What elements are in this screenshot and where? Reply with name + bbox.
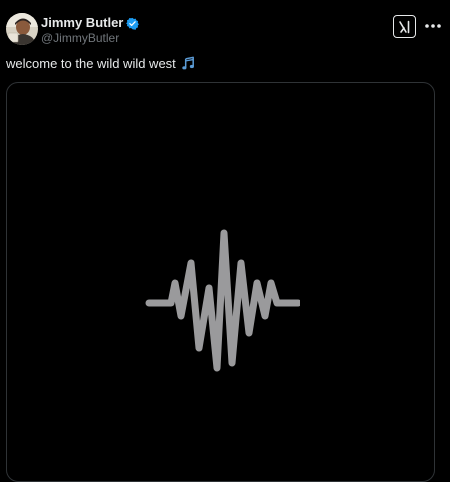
author-name-row[interactable]: Jimmy Butler <box>41 15 140 31</box>
more-options-icon <box>425 24 441 28</box>
tweet-header: Jimmy Butler @JimmyButler <box>0 0 450 52</box>
grok-button[interactable] <box>393 15 416 38</box>
verified-badge-icon <box>126 17 140 30</box>
music-notes-icon <box>181 56 196 71</box>
waveform-icon <box>145 229 300 372</box>
author-display-name[interactable]: Jimmy Butler <box>41 15 123 31</box>
tweet-text-content: welcome to the wild wild west <box>6 56 176 71</box>
author-handle[interactable]: @JimmyButler <box>41 31 119 45</box>
grok-icon <box>398 20 409 33</box>
avatar-image <box>6 13 38 45</box>
audio-media-card[interactable] <box>6 82 435 482</box>
tweet-text: welcome to the wild wild west <box>6 55 426 73</box>
more-options-button[interactable] <box>422 17 444 35</box>
avatar[interactable] <box>6 13 38 45</box>
